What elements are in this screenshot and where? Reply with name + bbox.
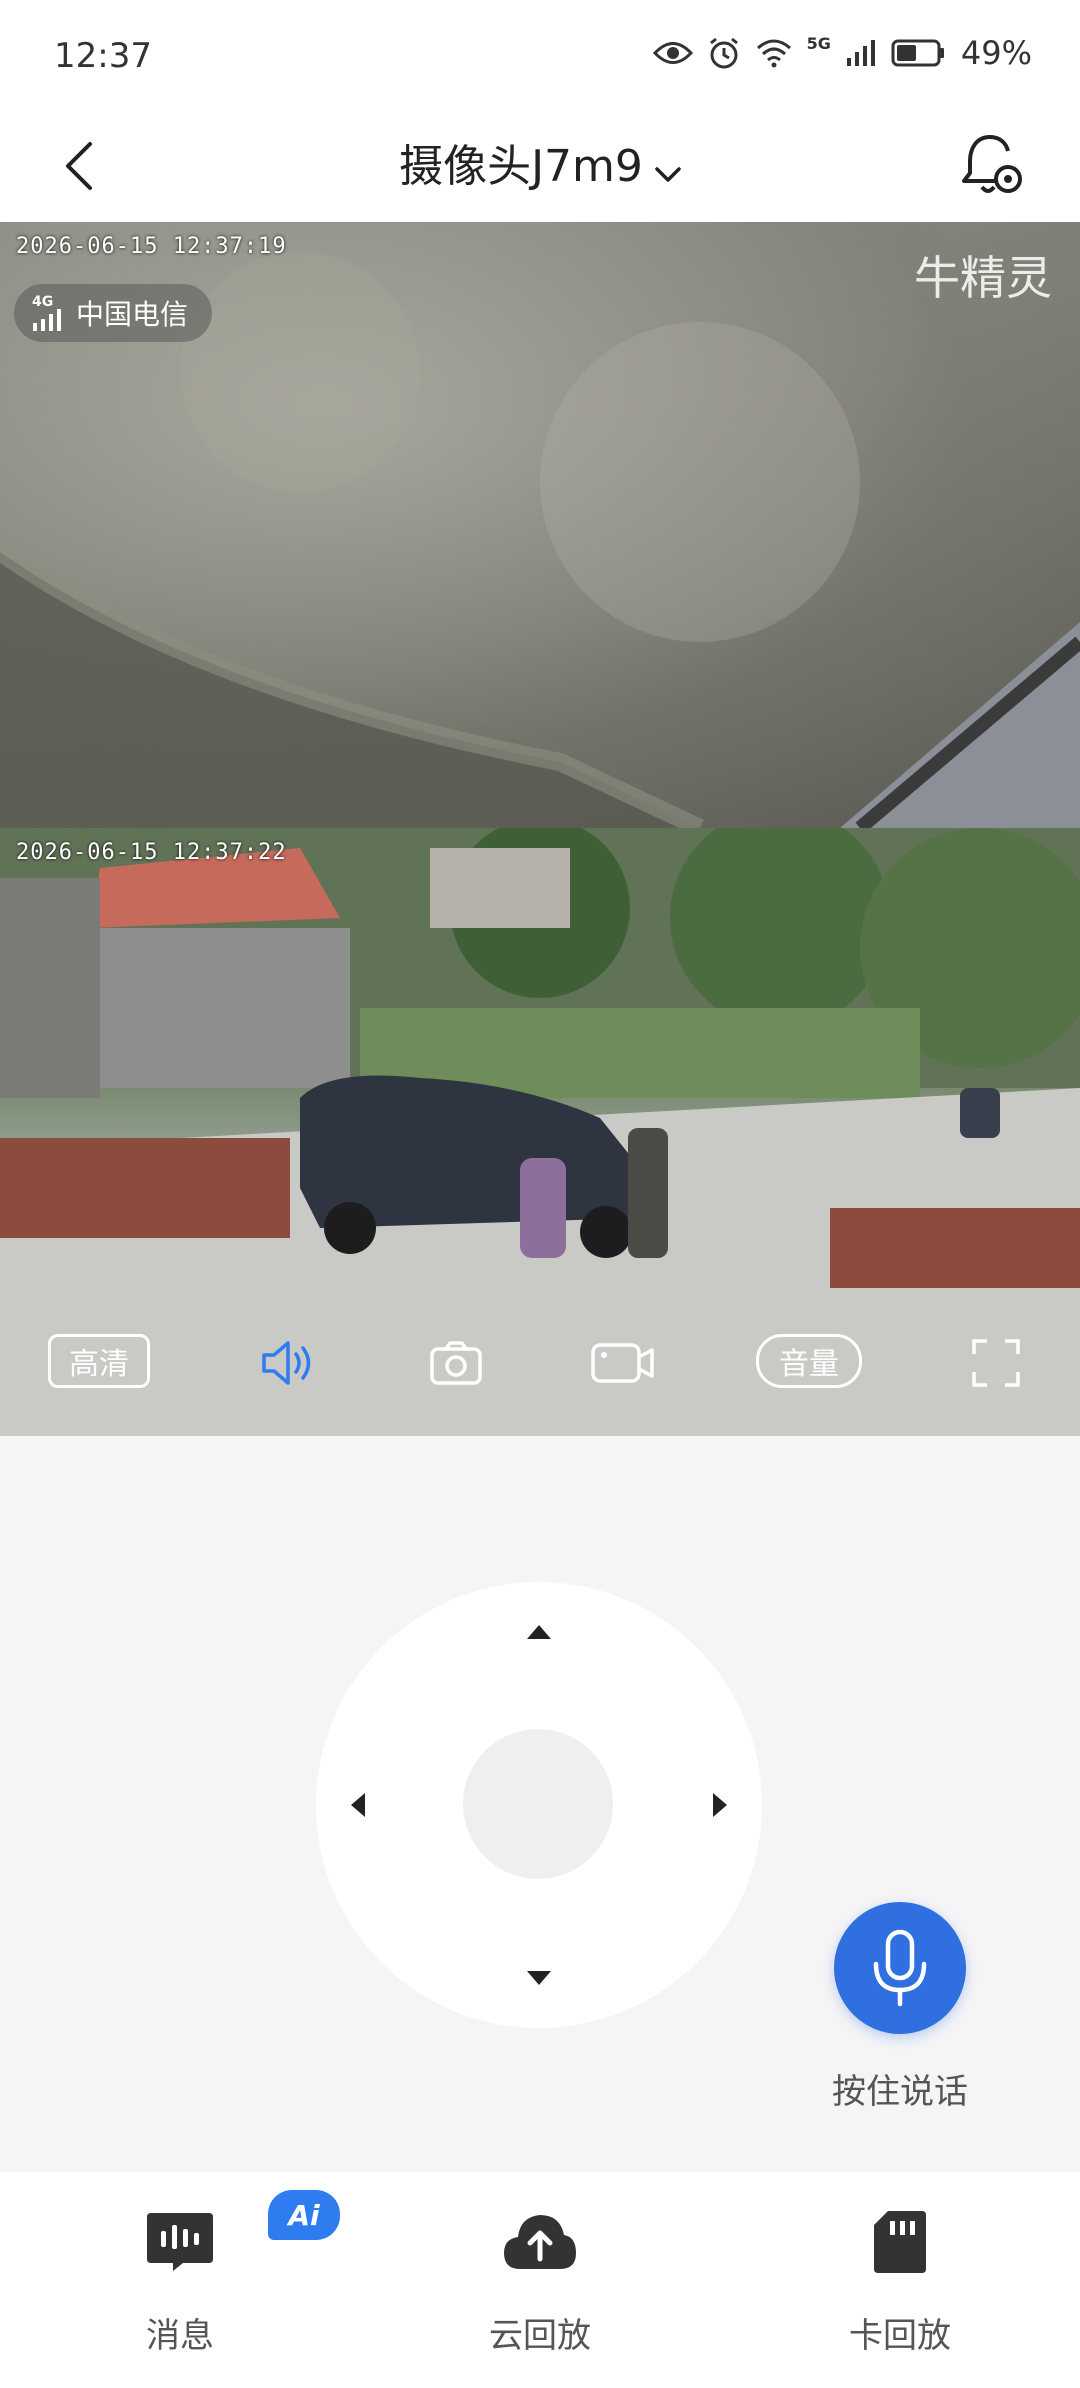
- volume-button[interactable]: 音量: [756, 1334, 862, 1388]
- cloud-upload-icon: [504, 2215, 576, 2269]
- ptz-down-button[interactable]: [519, 1958, 559, 1998]
- battery-icon: [891, 39, 944, 67]
- bottom-nav: Ai 消息 云回放 卡回放: [0, 2172, 1080, 2388]
- ptz-right-button[interactable]: [700, 1785, 740, 1825]
- fullscreen-button[interactable]: [968, 1334, 1024, 1392]
- nav-label-card-playback: 卡回放: [849, 2316, 951, 2356]
- alarm-settings-button[interactable]: [954, 124, 1032, 208]
- volume-label: 音量: [779, 1347, 839, 1382]
- brand-watermark: 牛精灵: [914, 251, 1052, 305]
- signal-icon: [33, 309, 61, 331]
- device-selector[interactable]: 摄像头J7m9: [0, 130, 1080, 195]
- nav-label-cloud-playback: 云回放: [489, 2316, 591, 2356]
- feed1-timestamp: 2026-06-15 12:37:19: [16, 234, 287, 259]
- status-icons: 5G 49%: [652, 34, 1032, 72]
- snapshot-button[interactable]: [426, 1334, 486, 1392]
- signal-icon: [846, 40, 875, 66]
- fullscreen-icon: [972, 1339, 1020, 1387]
- battery-percent: 49%: [960, 34, 1032, 72]
- triangle-down-icon: [527, 1971, 551, 1985]
- camera-feed-1[interactable]: 2026-06-15 12:37:19 4G 中国电信 牛精灵: [0, 222, 1080, 828]
- video-controls: 高清 音量: [0, 1320, 1080, 1410]
- page-title: 摄像头J7m9: [399, 141, 643, 192]
- nav-cloud-playback[interactable]: 云回放: [410, 2202, 670, 2357]
- quality-label: 高清: [69, 1347, 129, 1382]
- quality-button[interactable]: 高清: [48, 1334, 150, 1388]
- app-header: 摄像头J7m9: [0, 110, 1080, 222]
- triangle-left-icon: [351, 1793, 365, 1817]
- nav-messages[interactable]: Ai 消息: [50, 2190, 340, 2357]
- camera-icon: [430, 1341, 482, 1385]
- nav-card-playback[interactable]: 卡回放: [770, 2202, 1030, 2357]
- video-record-icon: [591, 1343, 654, 1383]
- alarm-clock-icon: [709, 37, 738, 69]
- feed2-timestamp: 2026-06-15 12:37:22: [16, 840, 287, 865]
- eye-icon: [652, 42, 693, 64]
- ptz-left-button[interactable]: [338, 1785, 378, 1825]
- carrier-network-label: 4G: [32, 294, 54, 310]
- microphone-icon: [873, 1929, 927, 2007]
- status-time: 12:37: [54, 36, 152, 76]
- ptz-center[interactable]: [463, 1729, 613, 1879]
- chevron-down-icon: [655, 166, 681, 182]
- wifi-icon: [756, 39, 791, 68]
- ptz-joystick[interactable]: [316, 1582, 762, 2028]
- carrier-name: 中国电信: [76, 298, 189, 331]
- carrier-badge: 4G 中国电信: [14, 284, 213, 342]
- network-type: 5G: [806, 34, 831, 53]
- record-button[interactable]: [588, 1334, 658, 1392]
- push-to-talk-label: 按住说话: [832, 2072, 968, 2112]
- ai-badge: Ai: [268, 2190, 340, 2240]
- ptz-up-button[interactable]: [519, 1612, 559, 1652]
- sd-card-icon: [874, 2211, 926, 2273]
- bell-settings-icon: [962, 135, 1022, 193]
- message-icon: [147, 2213, 213, 2271]
- nav-label-messages: 消息: [146, 2316, 214, 2356]
- status-bar: 12:37 5G 49%: [0, 0, 1080, 110]
- speaker-button[interactable]: [258, 1334, 318, 1392]
- speaker-icon: [262, 1341, 311, 1385]
- triangle-up-icon: [527, 1625, 551, 1639]
- triangle-right-icon: [713, 1793, 727, 1817]
- push-to-talk-button[interactable]: [834, 1902, 966, 2034]
